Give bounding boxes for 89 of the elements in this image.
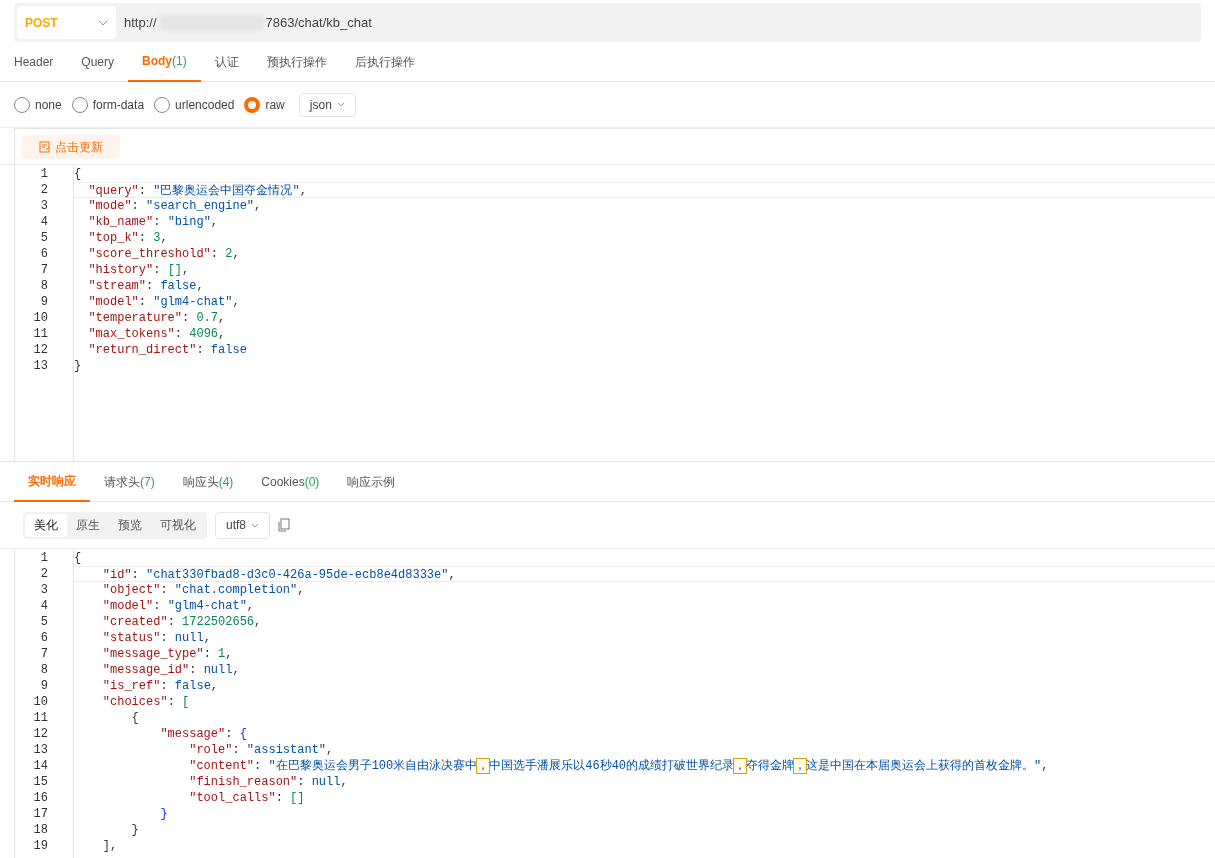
code-line: "return_direct": false	[87, 342, 248, 358]
line-number: 9	[39, 294, 49, 310]
line-number: 12	[32, 342, 49, 358]
code-line: "mode": "search_engine",	[87, 198, 263, 214]
line-number: 18	[32, 822, 49, 838]
radio-option[interactable]: form-data	[71, 95, 145, 114]
line-number: 5	[39, 230, 49, 246]
view-mode-tab[interactable]: 可视化	[151, 513, 205, 537]
code-line: {	[74, 550, 83, 566]
view-mode-tab[interactable]: 原生	[67, 513, 109, 537]
line-number: 15	[32, 774, 49, 790]
line-number: 6	[39, 246, 49, 262]
tab[interactable]: 请求头(7)	[90, 462, 169, 502]
caret-icon	[98, 19, 108, 26]
tab[interactable]: Header	[14, 42, 68, 82]
line-number: 2	[39, 566, 49, 582]
code-line: "temperature": 0.7,	[87, 310, 227, 326]
line-number: 7	[39, 646, 49, 662]
code-line: "tool_calls": []	[188, 790, 306, 806]
tab[interactable]: 响应示例	[333, 462, 410, 502]
code-line: "max_tokens": 4096,	[87, 326, 227, 342]
line-number: 11	[32, 710, 49, 726]
code-line: "message_type": 1,	[101, 646, 234, 662]
copy-icon[interactable]	[278, 518, 290, 532]
code-line: }	[130, 822, 140, 838]
line-number: 6	[39, 630, 49, 646]
code-line: "history": [],	[87, 262, 191, 278]
view-mode-tab[interactable]: 预览	[109, 513, 151, 537]
tab[interactable]: 认证	[200, 42, 253, 82]
encoding-select[interactable]: utf8	[215, 511, 270, 539]
code-line: "id": "chat330fbad8-d3c0-426a-95de-ecb8e4d8333e",	[74, 566, 1215, 582]
code-line: "created": 1722502656,	[101, 614, 263, 630]
line-number: 3	[39, 198, 49, 214]
format-select[interactable]: json	[298, 92, 356, 117]
view-mode-tab[interactable]: 美化	[25, 513, 67, 537]
radio-option[interactable]: none	[14, 95, 62, 114]
code-line: "model": "glm4-chat",	[101, 598, 256, 614]
tab[interactable]: 响应头(4)	[168, 462, 248, 502]
code-line: {	[130, 710, 140, 726]
line-number: 2	[39, 182, 49, 198]
caret-icon	[336, 102, 345, 107]
line-number: 14	[32, 758, 49, 774]
line-number: 11	[32, 326, 49, 342]
line-number: 16	[32, 790, 49, 806]
code-line: "model": "glm4-chat",	[87, 294, 241, 310]
line-number: 13	[32, 742, 49, 758]
code-line: "score_threshold": 2,	[87, 246, 241, 262]
code-line: {	[74, 166, 83, 182]
tab[interactable]: 预执行操作	[252, 42, 341, 82]
radio-option[interactable]: raw	[244, 95, 285, 114]
code-line: "content": "在巴黎奥运会男子100米自由泳决赛中，中国选手潘展乐以46秒40的成绩打破世界纪录，夺得金牌，这是中国在本届奥运会上获得的首枚金牌。",	[188, 758, 1050, 774]
code-line: "object": "chat.completion",	[101, 582, 306, 598]
line-number: 13	[32, 358, 49, 374]
line-number: 3	[39, 582, 49, 598]
line-number: 4	[39, 214, 49, 230]
code-line: "message_id": null,	[101, 662, 241, 678]
code-line: "is_ref": false,	[101, 678, 220, 694]
line-number: 9	[39, 678, 49, 694]
code-line: "top_k": 3,	[87, 230, 169, 246]
code-line: }	[74, 358, 83, 374]
url-field[interactable]: http:// 7863/chat/kb_chat	[124, 12, 372, 33]
tab[interactable]: 后执行操作	[340, 42, 429, 82]
line-number: 10	[32, 694, 49, 710]
code-line: "message": {	[159, 726, 248, 742]
code-line: "stream": false,	[87, 278, 205, 294]
line-number: 1	[39, 550, 49, 566]
code-line: "role": "assistant",	[188, 742, 335, 758]
radio-option[interactable]: urlencoded	[154, 95, 235, 114]
code-line: "kb_name": "bing",	[87, 214, 220, 230]
code-line: ],	[101, 838, 119, 854]
code-line: "status": null,	[101, 630, 212, 646]
line-number: 8	[39, 278, 49, 294]
code-line: "choices": [	[101, 694, 191, 710]
line-number: 19	[32, 838, 49, 854]
line-number: 12	[32, 726, 49, 742]
line-number: 10	[32, 310, 49, 326]
caret-icon	[251, 522, 259, 528]
document-edit-icon	[39, 140, 51, 153]
code-line: "query": "巴黎奥运会中国夺金情况",	[74, 182, 1215, 198]
line-number: 7	[39, 262, 49, 278]
code-line: "finish_reason": null,	[188, 774, 349, 790]
line-number: 4	[39, 598, 49, 614]
line-number: 1	[39, 166, 49, 182]
line-number: 17	[32, 806, 49, 822]
code-line: }	[159, 806, 169, 822]
line-number: 8	[39, 662, 49, 678]
line-number: 5	[39, 614, 49, 630]
tab[interactable]: Query	[67, 42, 129, 82]
tab[interactable]: Cookies(0)	[247, 462, 334, 502]
